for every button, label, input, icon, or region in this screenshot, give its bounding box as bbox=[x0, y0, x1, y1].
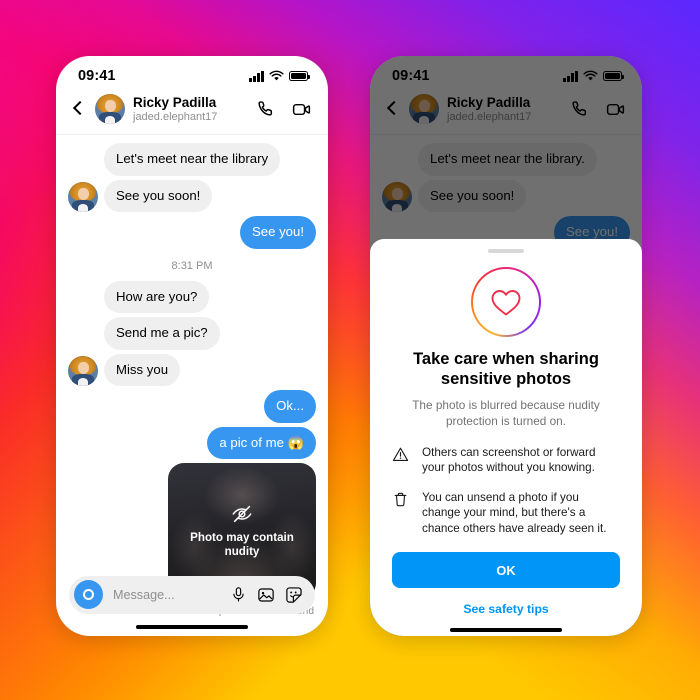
message-input[interactable]: Message... bbox=[113, 588, 220, 602]
status-icons bbox=[563, 70, 625, 82]
message-composer: Message... bbox=[56, 569, 328, 636]
message-bubble[interactable]: Send me a pic? bbox=[104, 317, 220, 350]
list-item: Others can screenshot or forward your ph… bbox=[392, 445, 620, 476]
message-row: a pic of me 😱 bbox=[68, 426, 316, 459]
message-row: How are you? bbox=[68, 280, 316, 313]
avatar bbox=[382, 182, 412, 212]
message-row: See you! bbox=[68, 216, 316, 249]
home-indicator bbox=[136, 624, 248, 629]
sticker-icon[interactable] bbox=[285, 586, 303, 604]
sheet-title: Take care when sharing sensitive photos bbox=[413, 350, 599, 389]
contact-info[interactable]: Ricky Padilla jaded.elephant17 bbox=[133, 95, 248, 123]
sheet-bullets: Others can screenshot or forward your ph… bbox=[392, 445, 620, 536]
avatar bbox=[68, 356, 98, 386]
phone-call-icon[interactable] bbox=[570, 99, 591, 120]
avatar[interactable] bbox=[95, 94, 125, 124]
sheet-subtitle: The photo is blurred because nudity prot… bbox=[412, 398, 600, 428]
composer-bar[interactable]: Message... bbox=[69, 575, 315, 614]
back-chevron-icon[interactable] bbox=[69, 100, 87, 118]
message-bubble[interactable]: See you soon! bbox=[104, 179, 213, 212]
wifi-icon bbox=[583, 70, 598, 81]
header-actions bbox=[256, 99, 312, 120]
message-row: Let's meet near the library. bbox=[382, 143, 630, 176]
image-icon[interactable] bbox=[257, 586, 275, 604]
phone-right: 09:41 Ricky Padilla jaded.elephant17 Let… bbox=[370, 56, 642, 636]
instagram-nudity-protection-promo: 09:41 Ricky Padilla jaded.elephant17 Let… bbox=[0, 0, 700, 700]
drag-handle[interactable] bbox=[488, 249, 524, 253]
header-actions bbox=[570, 99, 626, 120]
status-bar-right: 09:41 bbox=[370, 56, 642, 90]
avatar bbox=[68, 182, 98, 212]
microphone-icon[interactable] bbox=[230, 586, 247, 603]
message-row: Send me a pic? bbox=[68, 317, 316, 350]
message-timestamp: 8:31 PM bbox=[171, 259, 213, 272]
warning-triangle-icon bbox=[392, 445, 411, 468]
message-bubble: See you soon! bbox=[418, 179, 527, 212]
video-camera-icon[interactable] bbox=[605, 99, 626, 120]
nudity-protection-sheet: Take care when sharing sensitive photos … bbox=[370, 239, 642, 636]
blurred-photo-caption: Photo may contain nudity bbox=[190, 530, 294, 558]
message-bubble[interactable]: Ok... bbox=[264, 390, 316, 423]
list-item: You can unsend a photo if you change you… bbox=[392, 490, 620, 536]
status-bar-left: 09:41 bbox=[56, 56, 328, 90]
phone-left: 09:41 Ricky Padilla jaded.elephant17 Let… bbox=[56, 56, 328, 636]
message-bubble[interactable]: How are you? bbox=[104, 280, 210, 313]
signal-bars-icon bbox=[563, 70, 578, 82]
message-row: See you soon! bbox=[382, 179, 630, 212]
message-row: See you soon! bbox=[68, 179, 316, 212]
heart-in-gradient-ring-icon bbox=[471, 267, 541, 337]
message-row: Miss you bbox=[68, 353, 316, 386]
chat-header-left: Ricky Padilla jaded.elephant17 bbox=[56, 90, 328, 135]
contact-username: jaded.elephant17 bbox=[447, 110, 532, 123]
see-safety-tips-link[interactable]: See safety tips bbox=[392, 602, 620, 616]
eye-slash-icon bbox=[232, 505, 252, 522]
message-bubble[interactable]: Let's meet near the library bbox=[104, 143, 281, 176]
contact-name: Ricky Padilla bbox=[447, 94, 531, 110]
battery-icon bbox=[603, 71, 625, 81]
back-chevron-icon[interactable] bbox=[383, 100, 401, 118]
message-bubble[interactable]: See you! bbox=[239, 216, 316, 249]
ok-button[interactable]: OK bbox=[392, 552, 620, 589]
message-bubble[interactable]: Miss you bbox=[104, 353, 181, 386]
message-row: Ok... bbox=[68, 390, 316, 423]
phone-call-icon[interactable] bbox=[256, 99, 277, 120]
contact-username: jaded.elephant17 bbox=[133, 110, 218, 123]
status-icons bbox=[249, 70, 311, 82]
message-row: Let's meet near the library bbox=[68, 143, 316, 176]
chat-header-right: Ricky Padilla jaded.elephant17 bbox=[370, 90, 642, 135]
list-item-text: You can unsend a photo if you change you… bbox=[422, 490, 607, 535]
list-item-text: Others can screenshot or forward your ph… bbox=[422, 445, 596, 475]
message-list-left[interactable]: Let's meet near the library See you soon… bbox=[56, 135, 328, 617]
video-camera-icon[interactable] bbox=[291, 99, 312, 120]
trash-can-icon bbox=[392, 490, 411, 513]
contact-info[interactable]: Ricky Padilla jaded.elephant17 bbox=[447, 95, 562, 123]
battery-icon bbox=[289, 71, 311, 81]
home-indicator bbox=[450, 628, 562, 633]
camera-circle-icon[interactable] bbox=[74, 580, 103, 610]
status-clock: 09:41 bbox=[78, 68, 116, 84]
message-bubble[interactable]: a pic of me 😱 bbox=[207, 426, 316, 459]
wifi-icon bbox=[269, 70, 284, 81]
signal-bars-icon bbox=[249, 70, 264, 82]
avatar[interactable] bbox=[409, 94, 439, 124]
contact-name: Ricky Padilla bbox=[133, 94, 217, 110]
status-clock: 09:41 bbox=[392, 68, 430, 84]
message-bubble: Let's meet near the library. bbox=[418, 143, 597, 176]
